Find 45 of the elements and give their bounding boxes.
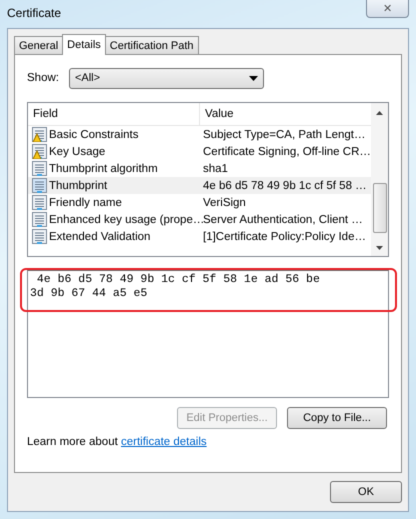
scroll-up-icon[interactable] bbox=[376, 111, 383, 115]
dialog-button[interactable]: Copy to File... bbox=[287, 407, 387, 429]
warning-document-icon bbox=[32, 144, 47, 159]
document-icon bbox=[32, 178, 47, 193]
ok-button[interactable]: OK bbox=[330, 481, 402, 503]
list-row[interactable]: Thumbprint 4e b6 d5 78 49 9b 1c cf 5f 58 … bbox=[28, 177, 371, 194]
details-link[interactable]: certificate details bbox=[120, 436, 207, 448]
learn-more-text: Learn more about certificate details bbox=[27, 436, 208, 448]
document-icon bbox=[32, 212, 47, 227]
field-name: Basic Constraints bbox=[49, 128, 140, 140]
tab[interactable]: Certification Path bbox=[104, 36, 199, 54]
list-row[interactable]: Basic Constraints Subject Type=CA, Path Lengt… bbox=[28, 126, 371, 143]
warning-document-icon bbox=[32, 127, 47, 142]
field-value: VeriSign bbox=[202, 196, 246, 208]
list-row[interactable]: Thumbprint algorithm sha1 bbox=[28, 160, 371, 177]
list-row[interactable]: Enhanced key usage (prope…Server Authentication, Client … bbox=[28, 211, 371, 228]
column-header[interactable]: Field bbox=[28, 103, 200, 125]
document-icon bbox=[32, 229, 47, 244]
caret-icon bbox=[248, 76, 258, 80]
field-value: 4e b6 d5 78 49 9b 1c cf 5f 58 … bbox=[202, 180, 367, 192]
field-name: Key Usage bbox=[49, 146, 106, 158]
show-dropdown[interactable]: <All> bbox=[68, 68, 264, 88]
tab[interactable]: General bbox=[14, 36, 64, 54]
scroll-down-icon[interactable] bbox=[376, 246, 383, 250]
column-header[interactable]: Value bbox=[200, 103, 234, 125]
show-label: Show: bbox=[27, 72, 59, 84]
scroll-thumb[interactable] bbox=[372, 182, 386, 232]
list-row[interactable]: Extended Validation [1]Certificate Policy:Policy Ide… bbox=[28, 228, 371, 245]
field-value: [1]Certificate Policy:Policy Ide… bbox=[202, 230, 366, 242]
field-name: Friendly name bbox=[49, 196, 123, 208]
scrollbar[interactable] bbox=[371, 103, 388, 256]
list-row[interactable]: Key Usage Certificate Signing, Off-line CR… bbox=[28, 143, 371, 160]
field-value: Subject Type=CA, Path Lengt… bbox=[202, 128, 366, 140]
window-title: Certificate bbox=[7, 6, 62, 20]
close-button[interactable]: ✕ bbox=[366, 0, 409, 18]
field-name: Extended Validation bbox=[49, 230, 152, 242]
field-value: sha1 bbox=[202, 162, 228, 174]
field-name: Thumbprint bbox=[49, 180, 108, 192]
tab[interactable]: Details bbox=[62, 34, 106, 55]
list-row[interactable]: Friendly name VeriSign bbox=[28, 194, 371, 211]
field-value: Certificate Signing, Off-line CR… bbox=[202, 146, 371, 158]
field-name: Thumbprint algorithm bbox=[49, 162, 159, 174]
document-icon bbox=[32, 161, 47, 176]
document-icon bbox=[32, 195, 47, 210]
thumbprint-value: 4e b6 d5 78 49 9b 1c cf 5f 58 1e ad 56 be 3d 9b 67 44 a5 e5 bbox=[30, 273, 321, 301]
